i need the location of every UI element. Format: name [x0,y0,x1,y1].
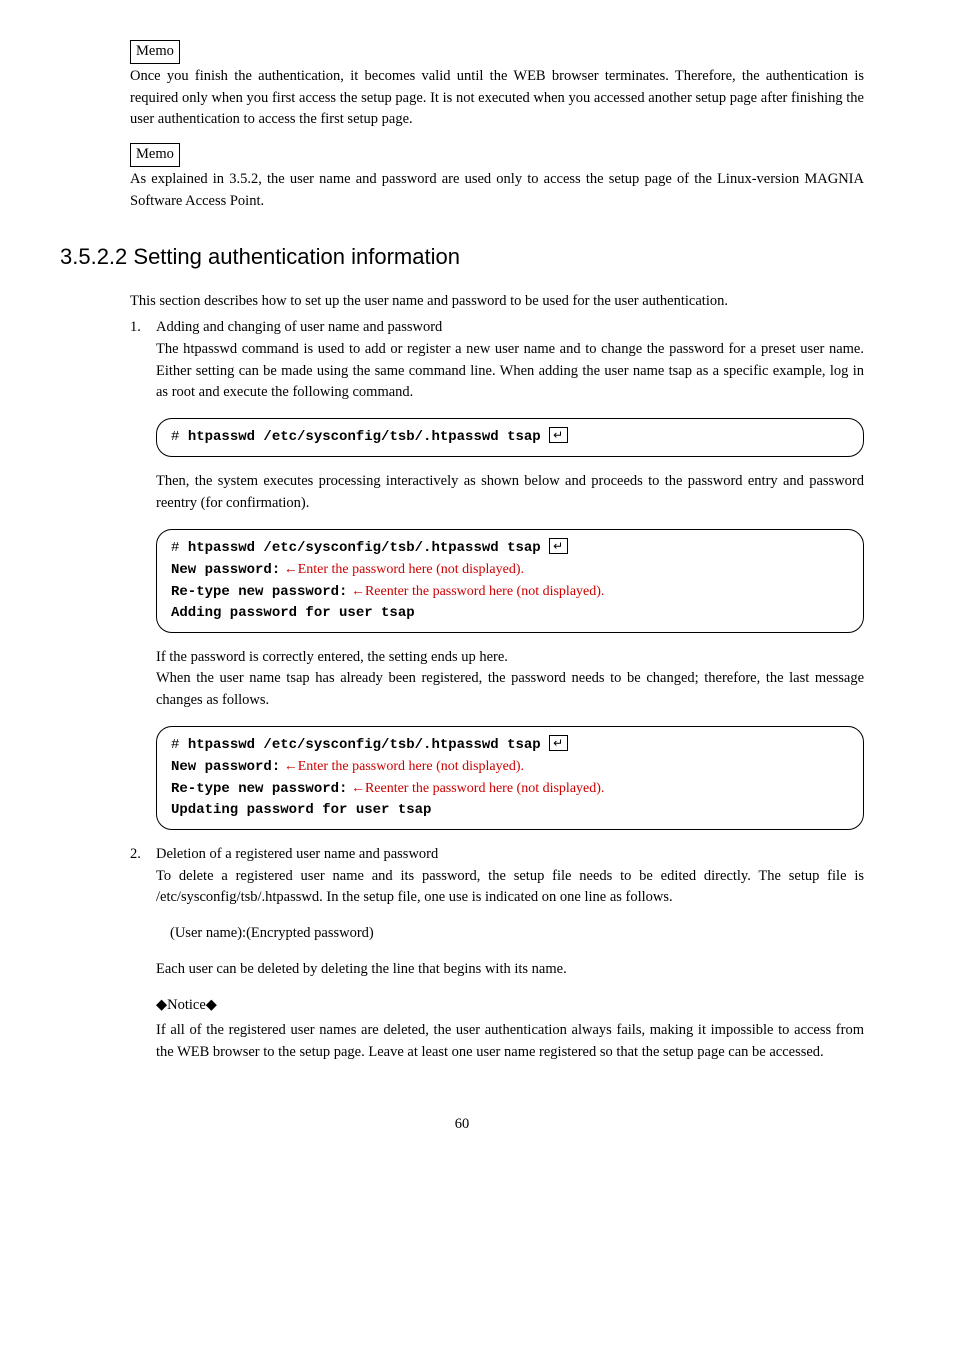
command-text: htpasswd /etc/sysconfig/tsb/.htpasswd ts… [188,540,541,556]
output-label: Re-type new password: [171,584,347,600]
item-title: Adding and changing of user name and pas… [156,317,864,339]
output-text: Adding password for user tsap [171,605,415,621]
memo-label-1: Memo [130,40,180,64]
item-2-desc: To delete a registered user name and its… [156,866,864,910]
after-code1-text: Then, the system executes processing int… [156,471,864,515]
intro-text: This section describes how to set up the… [130,291,864,313]
output-note: ←Reenter the password here (not displaye… [347,781,604,796]
memo-text-2: As explained in 3.5.2, the user name and… [130,169,864,213]
output-label: Re-type new password: [171,781,347,797]
output-note: ←Reenter the password here (not displaye… [347,584,604,599]
item-title: Deletion of a registered user name and p… [156,844,864,866]
code-block-3: # htpasswd /etc/sysconfig/tsb/.htpasswd … [156,726,864,830]
memo-text-1: Once you finish the authentication, it b… [130,66,864,131]
prompt: # [171,737,188,753]
enter-key-icon: ↵ [549,427,568,443]
output-text: Updating password for user tsap [171,802,431,818]
list-item-2: 2. Deletion of a registered user name an… [130,844,864,866]
output-label: New password: [171,759,280,775]
prompt: # [171,429,188,445]
format-line: (User name):(Encrypted password) [170,923,864,945]
prompt: # [171,540,188,556]
code-block-2: # htpasswd /etc/sysconfig/tsb/.htpasswd … [156,529,864,633]
list-item-1: 1. Adding and changing of user name and … [130,317,864,339]
enter-key-icon: ↵ [549,538,568,554]
output-note: ←Enter the password here (not displayed)… [280,759,524,774]
output-label: New password: [171,562,280,578]
notice-label: ◆Notice◆ [156,995,864,1017]
code-block-1: # htpasswd /etc/sysconfig/tsb/.htpasswd … [156,418,864,457]
output-note: ←Enter the password here (not displayed)… [280,562,524,577]
item-2-desc2: Each user can be deleted by deleting the… [156,959,864,981]
page-number: 60 [60,1114,864,1136]
notice-text: If all of the registered user names are … [156,1020,864,1064]
command-text: htpasswd /etc/sysconfig/tsb/.htpasswd ts… [188,429,541,445]
item-number: 1. [130,317,156,339]
enter-key-icon: ↵ [549,735,568,751]
command-text: htpasswd /etc/sysconfig/tsb/.htpasswd ts… [188,737,541,753]
after-code2-b: When the user name tsap has already been… [156,668,864,712]
after-code2-a: If the password is correctly entered, th… [156,647,864,669]
item-1-desc: The htpasswd command is used to add or r… [156,339,864,404]
section-heading: 3.5.2.2 Setting authentication informati… [60,240,864,273]
item-number: 2. [130,844,156,866]
memo-label-2: Memo [130,143,180,167]
